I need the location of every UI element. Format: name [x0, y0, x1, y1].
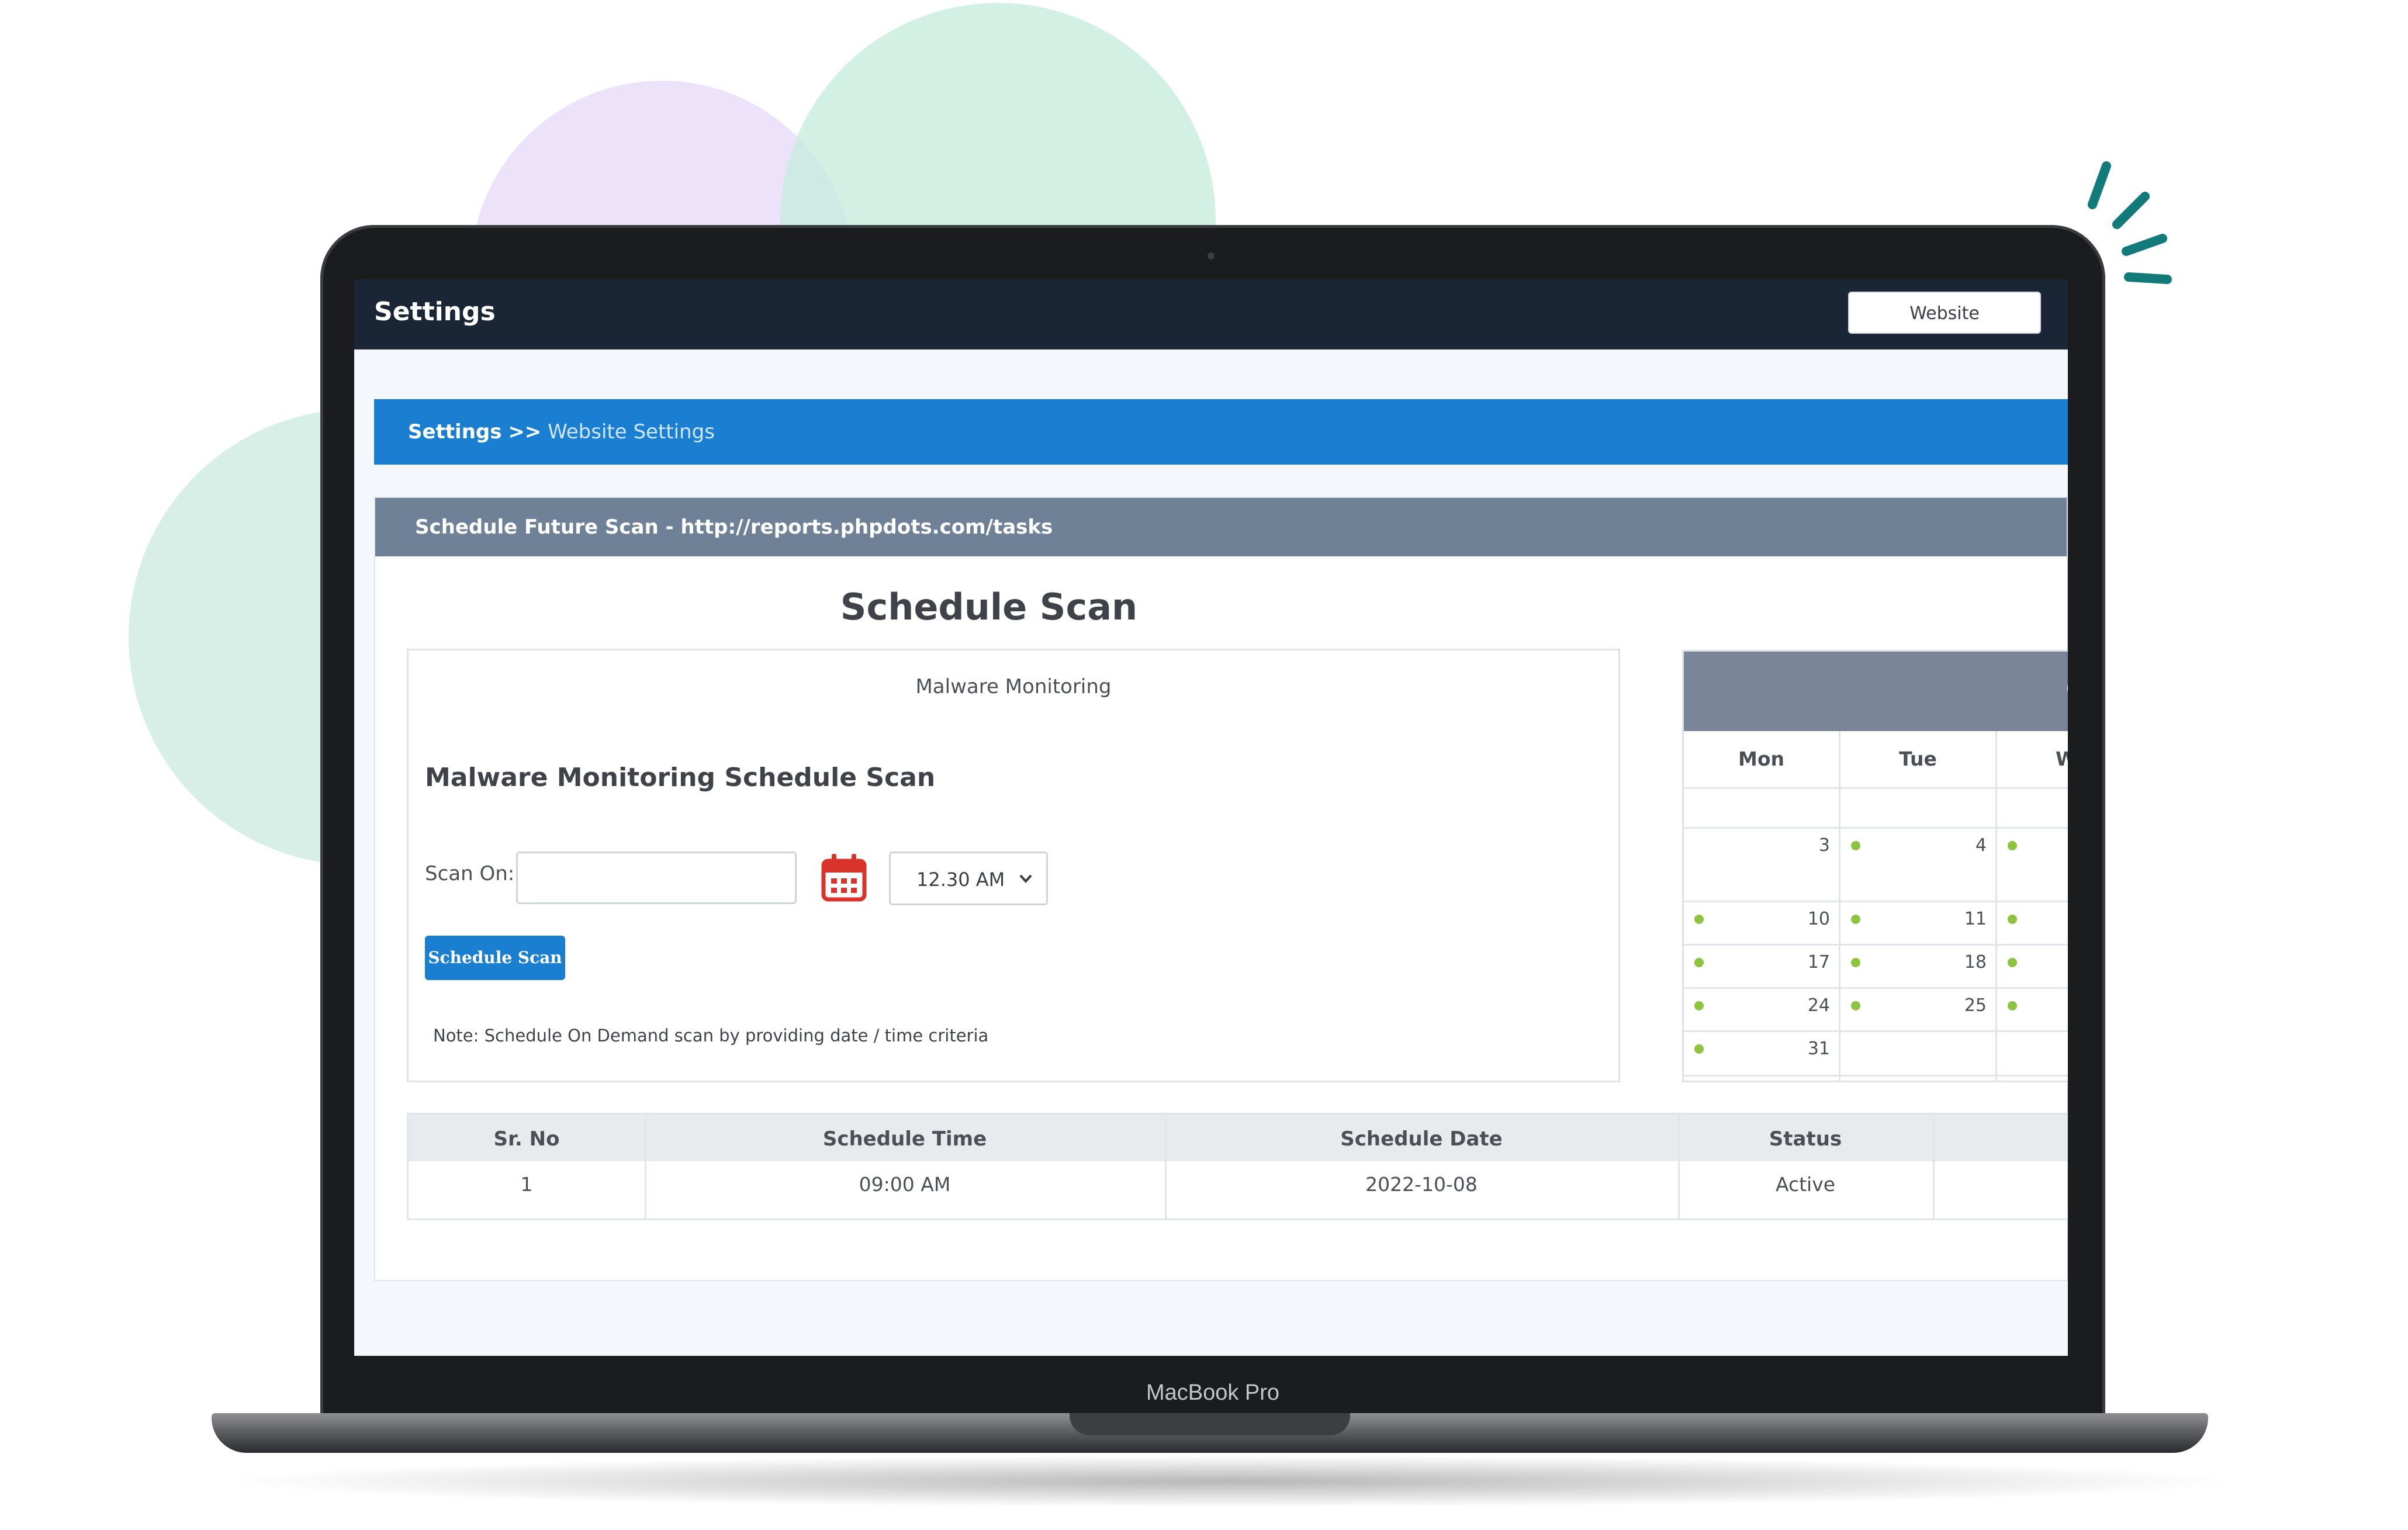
website-button[interactable]: Website [1848, 292, 2041, 334]
table-cell-status: Active [1775, 1173, 1836, 1196]
calendar-event-dot [1851, 841, 1860, 850]
calendar-weekday-tue: Tue [1899, 747, 1937, 770]
page-title: Schedule Scan [840, 586, 1138, 628]
calendar-row-divider [1684, 987, 2068, 989]
laptop-shadow [216, 1455, 2244, 1508]
time-select[interactable]: 12.30 AM [889, 851, 1048, 905]
breadcrumb-settings-link[interactable]: Settings [408, 420, 502, 444]
calendar-widget: O Mon Tue We 3 10 17 [1682, 650, 2068, 1082]
camera-icon [1208, 252, 1215, 259]
top-navbar: Settings Website [354, 279, 2068, 349]
calendar-event-dot [1694, 958, 1704, 967]
breadcrumb: Settings >> Website Settings [374, 399, 2068, 465]
calendar-row-divider [1684, 1075, 2068, 1076]
calendar-weekday-wed: We [1997, 747, 2068, 770]
calendar-day[interactable]: 3 [1807, 835, 1830, 856]
breadcrumb-current: Website Settings [548, 420, 715, 444]
form-title: Malware Monitoring Schedule Scan [425, 763, 936, 792]
panel-header: Schedule Future Scan - http://reports.ph… [375, 498, 2067, 556]
calendar-day[interactable]: 17 [1807, 952, 1830, 972]
device-label: MacBook Pro [1146, 1380, 1280, 1405]
calendar-day[interactable]: 11 [1963, 909, 1987, 929]
calendar-column-divider [1995, 731, 1997, 1081]
calendar-day[interactable]: 18 [1963, 952, 1987, 972]
breadcrumb-separator: >> [508, 420, 542, 444]
calendar-day[interactable]: 4 [1963, 835, 1987, 856]
calendar-event-dot [2008, 1001, 2017, 1010]
calendar-month-title: O [2066, 677, 2068, 701]
calendar-event-dot [2008, 841, 2017, 850]
calendar-row-divider [1684, 1030, 2068, 1032]
calendar-header: O [1684, 652, 2068, 731]
calendar-row-divider [1684, 787, 2068, 789]
calendar-event-dot [1694, 1001, 1704, 1010]
table-cell-sr-no: 1 [520, 1173, 533, 1196]
table-cell-schedule-time: 09:00 AM [859, 1173, 951, 1196]
schedule-table: Sr. No Schedule Time Schedule Date Statu… [407, 1113, 2068, 1220]
time-select-value: 12.30 AM [916, 868, 1005, 891]
scan-on-label: Scan On: [425, 862, 515, 885]
calendar-event-dot [1851, 958, 1860, 967]
schedule-panel: Schedule Future Scan - http://reports.ph… [374, 497, 2068, 1281]
table-cell-schedule-date: 2022-10-08 [1365, 1173, 1478, 1196]
calendar-row-divider [1684, 944, 2068, 946]
calendar-row-divider [1684, 827, 2068, 829]
scan-date-input[interactable] [516, 851, 797, 904]
chevron-down-icon [1019, 874, 1032, 883]
calendar-column-divider [1839, 731, 1840, 1081]
calendar-day[interactable]: 25 [1963, 995, 1987, 1016]
calendar-event-dot [1851, 1001, 1860, 1010]
calendar-weekday-mon: Mon [1738, 747, 1784, 770]
table-column-divider [1933, 1114, 1935, 1219]
schedule-scan-button[interactable]: Schedule Scan [425, 936, 565, 980]
laptop-screen: Settings Website Settings >> Website Set… [354, 279, 2068, 1356]
calendar-row-divider [1684, 901, 2068, 902]
form-note: Note: Schedule On Demand scan by providi… [433, 1026, 989, 1046]
column-header-status: Status [1769, 1127, 1842, 1151]
column-header-schedule-date: Schedule Date [1340, 1127, 1503, 1151]
laptop-notch [1070, 1413, 1350, 1435]
calendar-event-dot [1694, 915, 1704, 924]
column-header-sr-no: Sr. No [493, 1127, 560, 1151]
calendar-event-dot [2008, 915, 2017, 924]
calendar-icon[interactable] [820, 853, 868, 903]
form-subtitle: Malware Monitoring [915, 675, 1112, 698]
calendar-event-dot [1851, 915, 1860, 924]
app-title: Settings [374, 297, 496, 327]
calendar-day[interactable]: 24 [1807, 995, 1830, 1016]
column-header-schedule-time: Schedule Time [822, 1127, 987, 1151]
calendar-day[interactable]: 31 [1807, 1039, 1830, 1059]
calendar-event-dot [2008, 958, 2017, 967]
schedule-form-card: Malware Monitoring Malware Monitoring Sc… [407, 649, 1620, 1082]
calendar-event-dot [1694, 1044, 1704, 1054]
calendar-day[interactable]: 10 [1807, 909, 1830, 929]
